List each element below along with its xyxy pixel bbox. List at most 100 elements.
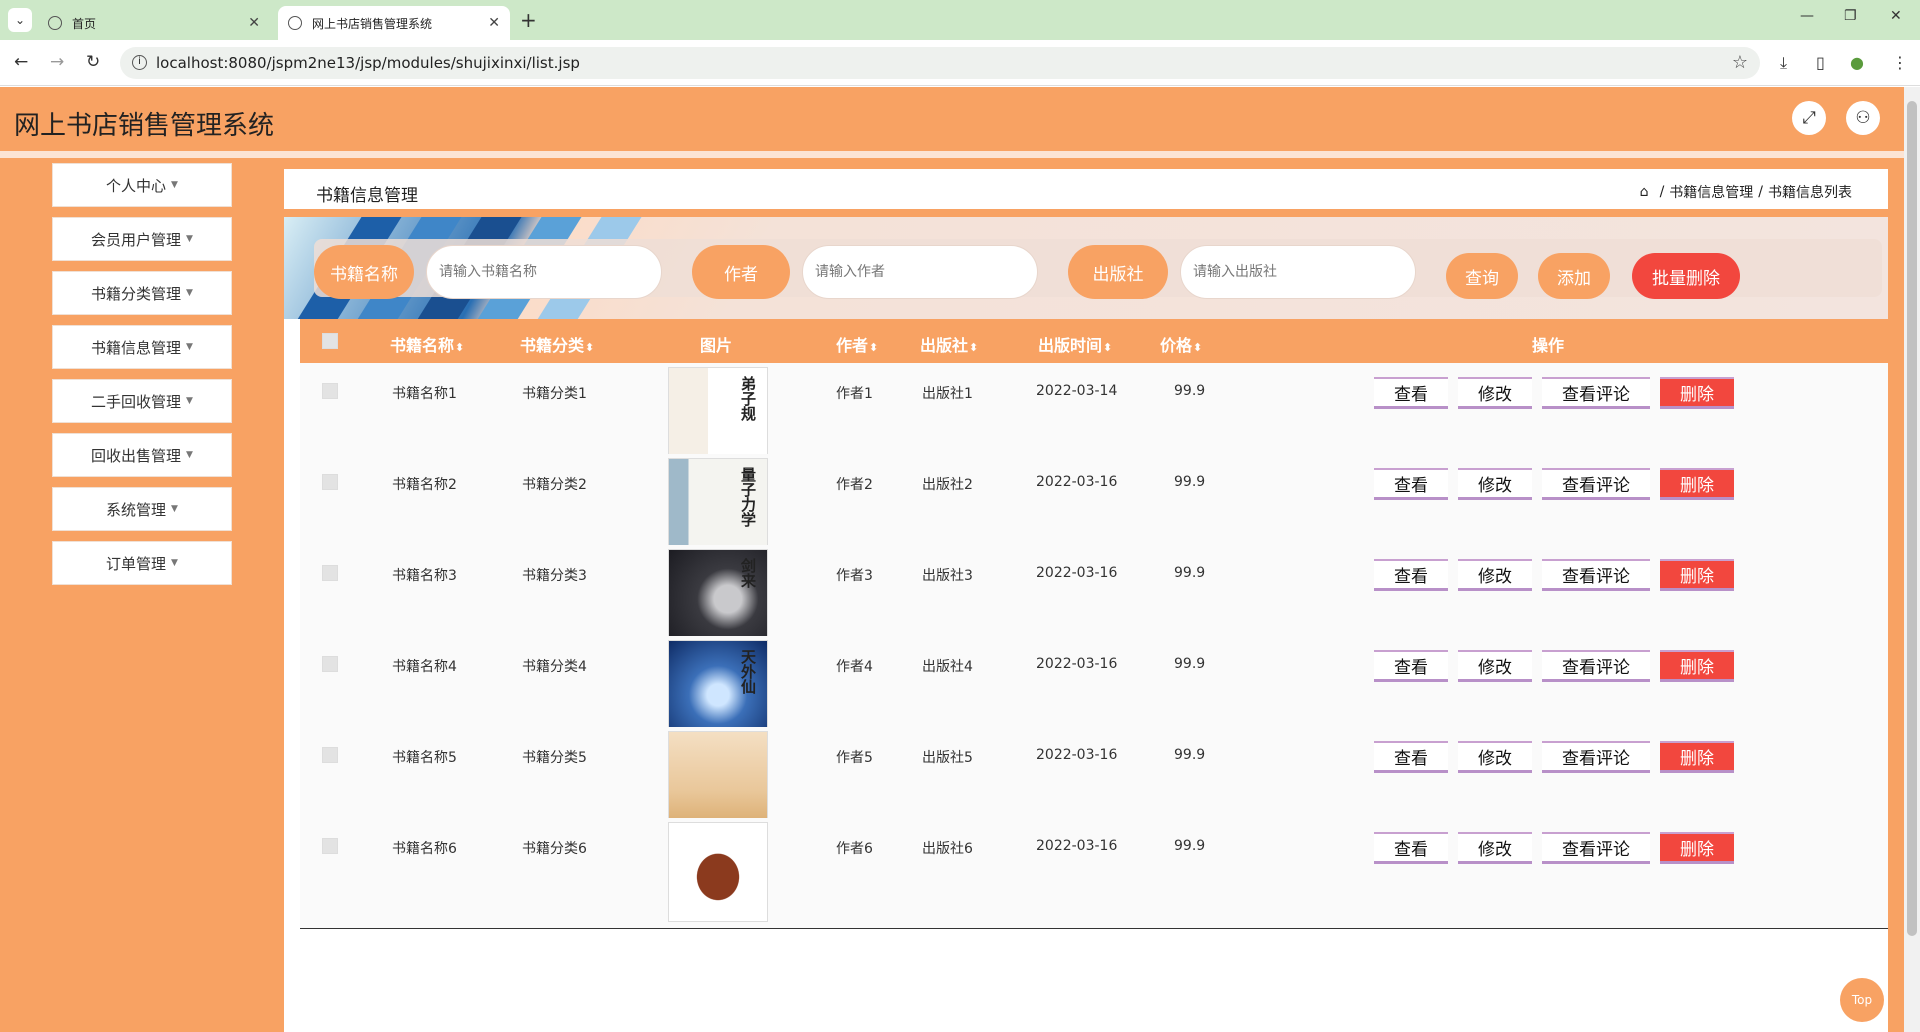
col-author[interactable]: 作者⬍ [836,332,878,356]
sidebar-item-book-info[interactable]: 书籍信息管理 ▼ [52,325,232,369]
delete-button[interactable]: 删除 [1660,741,1734,773]
page-scrollbar[interactable] [1904,87,1920,1032]
edit-button[interactable]: 修改 [1458,650,1532,682]
col-label: 书籍名称 [390,336,455,355]
browser-tab-home[interactable]: 首页 ✕ [38,6,270,40]
cell-price: 99.9 [1174,838,1206,854]
publisher-input[interactable] [1180,245,1416,299]
edit-button[interactable]: 修改 [1458,832,1532,864]
sidebar-item-system[interactable]: 系统管理 ▼ [52,487,232,531]
search-form: 书籍名称 作者 出版社 查询 添加 批量删除 [314,239,1882,299]
book-cover-image[interactable] [668,731,768,831]
new-tab-icon[interactable]: + [520,8,537,32]
row-checkbox[interactable] [322,474,338,490]
col-category[interactable]: 书籍分类⬍ [520,332,594,356]
delete-button[interactable]: 删除 [1660,468,1734,500]
cell-category: 书籍分类6 [522,841,587,857]
book-cover-image[interactable]: 天外仙 [668,640,768,740]
close-window-icon[interactable]: ✕ [1890,8,1902,24]
download-icon[interactable]: ⤓ [1780,53,1787,73]
select-all-checkbox[interactable] [322,333,338,349]
breadcrumb: ⌂ / 书籍信息管理 / 书籍信息列表 [1639,182,1852,202]
breadcrumb-item[interactable]: 书籍信息管理 [1669,182,1753,202]
row-checkbox[interactable] [322,656,338,672]
view-comments-button[interactable]: 查看评论 [1542,377,1650,409]
close-icon[interactable]: ✕ [488,15,500,31]
edit-button[interactable]: 修改 [1458,468,1532,500]
view-comments-button[interactable]: 查看评论 [1542,468,1650,500]
minimize-icon[interactable]: — [1800,8,1814,24]
user-icon[interactable]: ⚇ [1846,101,1880,135]
view-button[interactable]: 查看 [1374,832,1448,864]
cell-book-name: 书籍名称3 [392,568,457,584]
author-input[interactable] [802,245,1038,299]
fullscreen-icon[interactable]: ⤢ [1792,101,1826,135]
delete-button[interactable]: 删除 [1660,650,1734,682]
book-cover-image[interactable] [668,822,768,922]
back-icon[interactable]: ← [14,52,28,72]
forward-icon[interactable]: → [50,52,64,72]
sidebar-item-label: 书籍分类管理 [91,284,182,303]
sort-icon: ⬍ [1103,341,1113,354]
sidepanel-icon[interactable]: ▯ [1816,53,1825,72]
site-info-icon[interactable]: i [132,55,147,70]
view-button[interactable]: 查看 [1374,741,1448,773]
col-publish-date[interactable]: 出版时间⬍ [1038,332,1112,356]
browser-menu-icon[interactable]: ⋮ [1892,53,1908,72]
book-cover-image[interactable]: 量子力学 [668,458,768,558]
tab-search-icon[interactable]: ⌄ [8,8,32,32]
batch-delete-button[interactable]: 批量删除 [1632,253,1740,299]
delete-button[interactable]: 删除 [1660,559,1734,591]
delete-button[interactable]: 删除 [1660,832,1734,864]
add-button[interactable]: 添加 [1538,253,1610,299]
sidebar-item-book-categories[interactable]: 书籍分类管理 ▼ [52,271,232,315]
bookmark-star-icon[interactable]: ☆ [1732,52,1748,73]
view-comments-button[interactable]: 查看评论 [1542,650,1650,682]
sidebar-item-recycle-sales[interactable]: 回收出售管理 ▼ [52,433,232,477]
col-price[interactable]: 价格⬍ [1160,332,1202,356]
view-comments-button[interactable]: 查看评论 [1542,559,1650,591]
home-icon[interactable]: ⌂ [1640,184,1649,200]
sidebar-item-personal-center[interactable]: 个人中心 ▼ [52,163,232,207]
query-button[interactable]: 查询 [1446,253,1518,299]
sidebar-item-orders[interactable]: 订单管理 ▼ [52,541,232,585]
view-comments-button[interactable]: 查看评论 [1542,832,1650,864]
back-to-top-button[interactable]: Top [1840,978,1884,1022]
reload-icon[interactable]: ↻ [86,52,100,72]
col-publisher[interactable]: 出版社⬍ [920,332,978,356]
search-panel: 书籍名称 作者 出版社 查询 添加 批量删除 [284,217,1888,319]
sort-icon: ⬍ [969,341,979,354]
view-button[interactable]: 查看 [1374,559,1448,591]
page-title-bar: 书籍信息管理 ⌂ / 书籍信息管理 / 书籍信息列表 [284,169,1888,209]
row-checkbox[interactable] [322,383,338,399]
view-comments-button[interactable]: 查看评论 [1542,741,1650,773]
header-divider [0,151,1904,158]
close-icon[interactable]: ✕ [248,15,260,31]
col-book-name[interactable]: 书籍名称⬍ [390,332,464,356]
row-checkbox[interactable] [322,565,338,581]
profile-icon[interactable]: ● [1850,53,1864,72]
delete-button[interactable]: 删除 [1660,377,1734,409]
sidebar-item-recycling[interactable]: 二手回收管理 ▼ [52,379,232,423]
col-label: 出版时间 [1038,336,1103,355]
cell-book-name: 书籍名称4 [392,659,457,675]
view-button[interactable]: 查看 [1374,650,1448,682]
restore-icon[interactable]: ❐ [1844,8,1857,24]
row-checkbox[interactable] [322,838,338,854]
browser-tab-active[interactable]: 网上书店销售管理系统 ✕ [278,6,510,40]
url-field[interactable]: i localhost:8080/jspm2ne13/jsp/modules/s… [120,47,1760,79]
book-cover-image[interactable]: 弟子规 [668,367,768,467]
scrollbar-thumb[interactable] [1907,101,1917,936]
book-name-input[interactable] [426,245,662,299]
edit-button[interactable]: 修改 [1458,377,1532,409]
view-button[interactable]: 查看 [1374,468,1448,500]
book-cover-image[interactable]: 剑来 [668,549,768,649]
sidebar-item-member-users[interactable]: 会员用户管理 ▼ [52,217,232,261]
row-checkbox[interactable] [322,747,338,763]
caret-down-icon: ▼ [186,288,193,298]
edit-button[interactable]: 修改 [1458,741,1532,773]
cell-publish-date: 2022-03-16 [1036,656,1118,672]
view-button[interactable]: 查看 [1374,377,1448,409]
edit-button[interactable]: 修改 [1458,559,1532,591]
cell-category: 书籍分类5 [522,750,587,766]
